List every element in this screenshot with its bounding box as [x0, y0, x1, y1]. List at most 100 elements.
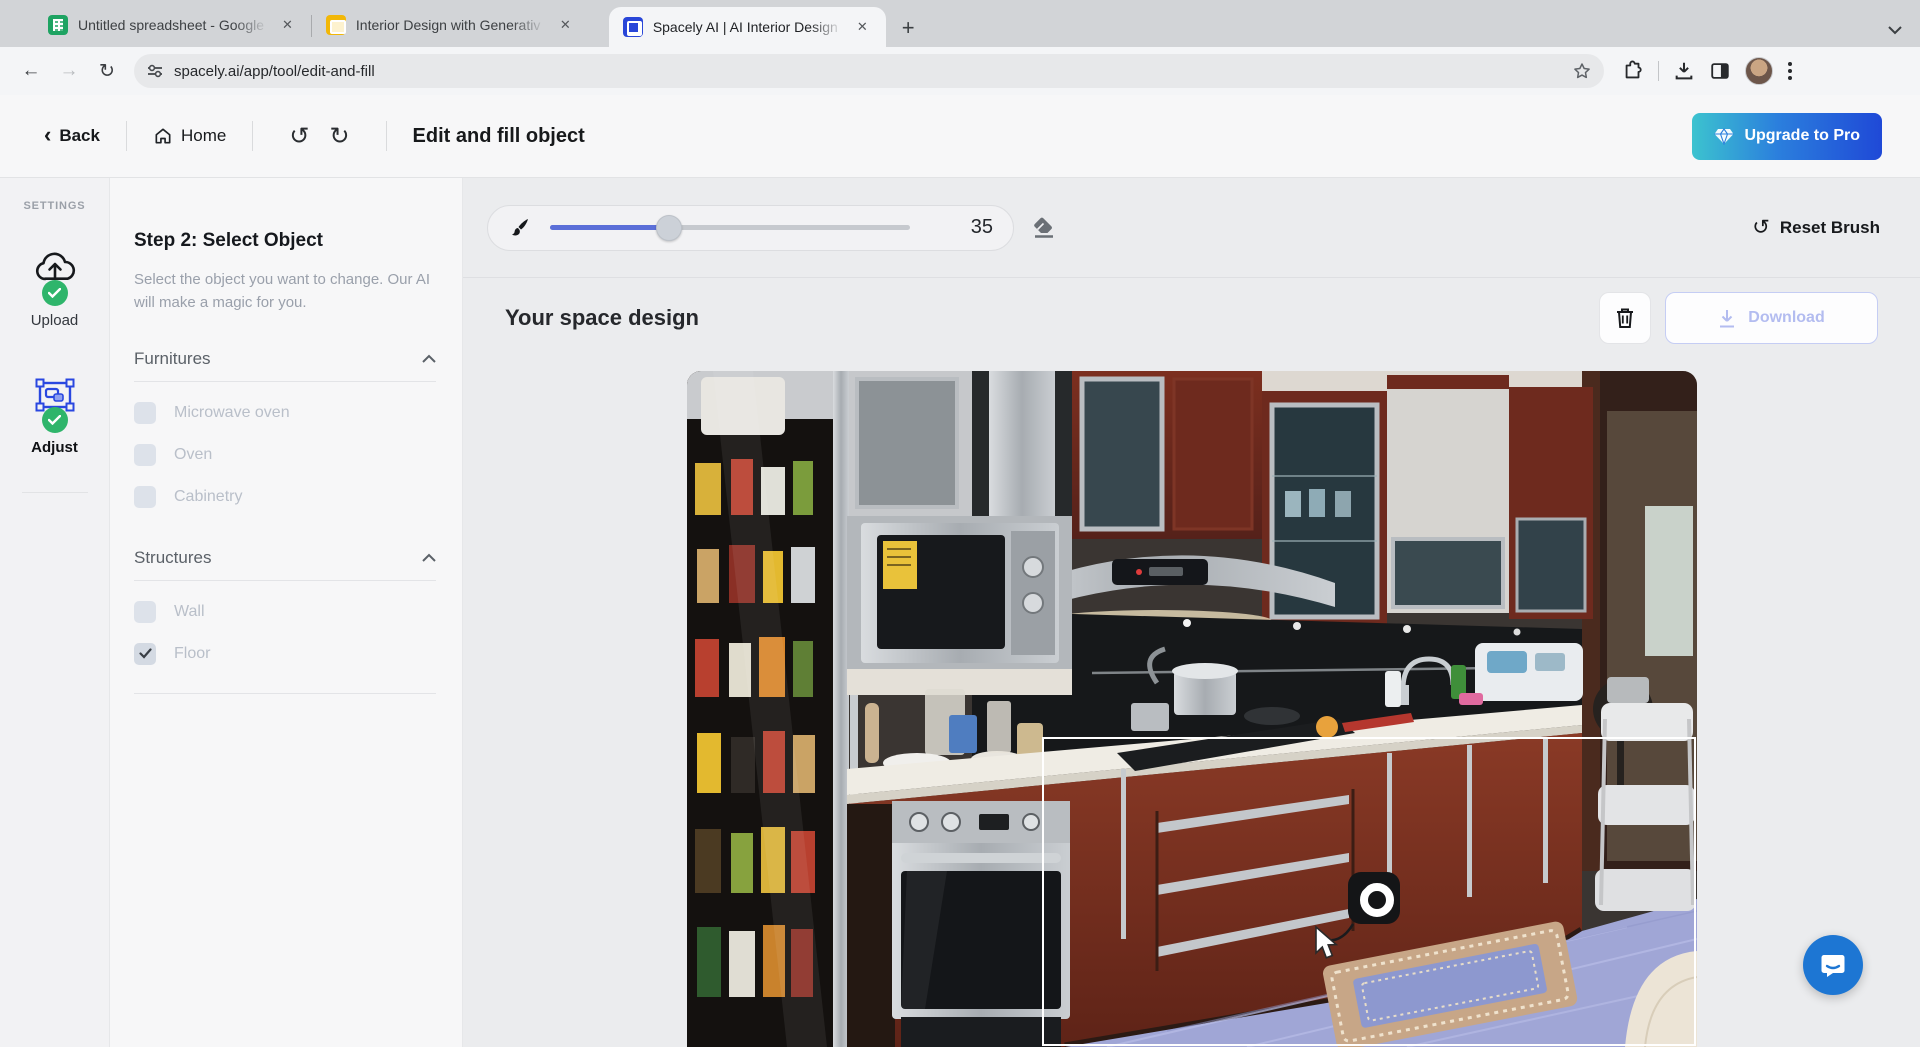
page-title: Edit and fill object: [413, 125, 585, 148]
home-button[interactable]: Home: [153, 126, 226, 146]
bookmark-star-icon[interactable]: [1572, 61, 1592, 81]
tab-spacely-active[interactable]: Spacely AI | AI Interior Design ✕: [609, 7, 886, 47]
panel-description: Select the object you want to change. Ou…: [134, 268, 436, 315]
checkbox-floor[interactable]: Floor: [134, 643, 436, 665]
address-bar[interactable]: spacely.ai/app/tool/edit-and-fill: [134, 54, 1604, 88]
url-text: spacely.ai/app/tool/edit-and-fill: [174, 63, 1572, 80]
settings-label: SETTINGS: [23, 200, 85, 212]
checkbox-label: Wall: [174, 603, 205, 621]
header-divider: [126, 121, 127, 151]
forward-icon[interactable]: →: [52, 54, 86, 88]
toolbar-divider: [1658, 61, 1659, 81]
chevron-left-icon: ‹: [44, 124, 51, 146]
checkbox-checked[interactable]: [134, 643, 156, 665]
checkbox[interactable]: [134, 601, 156, 623]
group-structures[interactable]: Structures: [134, 548, 436, 581]
back-icon[interactable]: ←: [14, 54, 48, 88]
checkbox-wall[interactable]: Wall: [134, 601, 436, 623]
tab-title: Spacely AI | AI Interior Design: [653, 19, 843, 35]
panel-divider: [134, 693, 436, 694]
undo-icon[interactable]: ↺: [279, 122, 319, 151]
close-icon[interactable]: ✕: [556, 15, 575, 35]
toolbar-actions: [1622, 57, 1793, 85]
sidebar-item-upload[interactable]: Upload: [31, 246, 79, 329]
checkbox[interactable]: [134, 402, 156, 424]
reset-brush-label: Reset Brush: [1780, 218, 1880, 238]
adjust-label: Adjust: [31, 439, 78, 456]
site-settings-icon[interactable]: [146, 62, 164, 80]
chevron-up-icon: [422, 354, 436, 363]
tab-search-chevron-icon[interactable]: [1888, 26, 1902, 35]
download-label: Download: [1748, 309, 1824, 327]
google-slides-icon: [326, 15, 346, 35]
side-panel-icon[interactable]: [1709, 60, 1731, 82]
brush-size-slider[interactable]: [550, 225, 910, 230]
tab-interior-design[interactable]: Interior Design with Generativ ✕: [312, 5, 589, 45]
tab-title: Interior Design with Generativ: [356, 17, 546, 33]
tab-title: Untitled spreadsheet - Google: [78, 17, 268, 33]
google-sheets-icon: [48, 15, 68, 35]
slider-fill: [550, 225, 669, 230]
rail-divider: [22, 492, 88, 493]
kitchen-photo: [687, 371, 1697, 1047]
profile-avatar[interactable]: [1745, 57, 1773, 85]
eraser-button[interactable]: [1032, 217, 1056, 239]
tab-spreadsheet[interactable]: Untitled spreadsheet - Google ✕: [34, 5, 311, 45]
panel-title: Step 2: Select Object: [134, 230, 436, 252]
app-header: ‹ Back Home ↺ ↻ Edit and fill object Upg…: [0, 95, 1920, 178]
close-icon[interactable]: ✕: [278, 15, 297, 35]
checkbox[interactable]: [134, 444, 156, 466]
header-divider: [252, 121, 253, 151]
back-label: Back: [59, 126, 100, 146]
reload-icon[interactable]: ↻: [90, 54, 124, 88]
browser-toolbar: ← → ↻ spacely.ai/app/tool/edit-and-fill: [0, 47, 1920, 95]
brush-toolbar: 35 ↺ Reset Brush: [463, 178, 1920, 278]
home-label: Home: [181, 126, 226, 146]
app-body: SETTINGS Upload: [0, 178, 1920, 1047]
upgrade-label: Upgrade to Pro: [1744, 127, 1860, 145]
chat-launcher-button[interactable]: [1803, 935, 1863, 995]
header-divider: [386, 121, 387, 151]
brush-icon[interactable]: [508, 216, 532, 240]
trash-icon: [1614, 306, 1636, 330]
download-button[interactable]: Download: [1665, 292, 1878, 344]
group-furnitures[interactable]: Furnitures: [134, 349, 436, 382]
eraser-icon: [1032, 217, 1056, 239]
space-design-image[interactable]: [687, 371, 1697, 1047]
upgrade-to-pro-button[interactable]: Upgrade to Pro: [1692, 113, 1882, 160]
reset-icon: ↺: [1752, 215, 1770, 240]
design-header: Your space design Download: [463, 292, 1920, 344]
back-button[interactable]: ‹ Back: [44, 125, 100, 147]
extensions-icon[interactable]: [1622, 60, 1644, 82]
upload-done-badge: [42, 280, 68, 306]
settings-rail: SETTINGS Upload: [0, 178, 110, 1047]
adjust-done-badge: [42, 407, 68, 433]
checkbox-oven[interactable]: Oven: [134, 444, 436, 466]
group-name: Furnitures: [134, 349, 211, 369]
group-name: Structures: [134, 548, 211, 568]
checkbox[interactable]: [134, 486, 156, 508]
sidebar-item-adjust[interactable]: Adjust: [31, 373, 79, 456]
checkbox-label: Oven: [174, 446, 212, 464]
checkbox-label: Cabinetry: [174, 488, 242, 506]
downloads-icon[interactable]: [1673, 60, 1695, 82]
select-object-panel: Step 2: Select Object Select the object …: [110, 178, 463, 1047]
home-icon: [153, 126, 173, 146]
upload-label: Upload: [31, 312, 79, 329]
slider-thumb[interactable]: [656, 215, 682, 241]
reset-brush-button[interactable]: ↺ Reset Brush: [1752, 215, 1880, 240]
checkbox-microwave-oven[interactable]: Microwave oven: [134, 402, 436, 424]
checkbox-label: Microwave oven: [174, 404, 290, 422]
brush-size-value: 35: [971, 216, 993, 239]
browser-tabstrip: Untitled spreadsheet - Google ✕ Interior…: [0, 0, 1920, 47]
new-tab-button[interactable]: +: [902, 17, 915, 39]
close-icon[interactable]: ✕: [853, 17, 872, 37]
checkbox-label: Floor: [174, 645, 210, 663]
browser-menu-icon[interactable]: [1787, 60, 1793, 82]
gem-icon: [1714, 128, 1734, 145]
spacely-icon: [623, 17, 643, 37]
chevron-up-icon: [422, 553, 436, 562]
redo-icon[interactable]: ↻: [319, 122, 359, 151]
checkbox-cabinetry[interactable]: Cabinetry: [134, 486, 436, 508]
delete-design-button[interactable]: [1599, 292, 1651, 344]
